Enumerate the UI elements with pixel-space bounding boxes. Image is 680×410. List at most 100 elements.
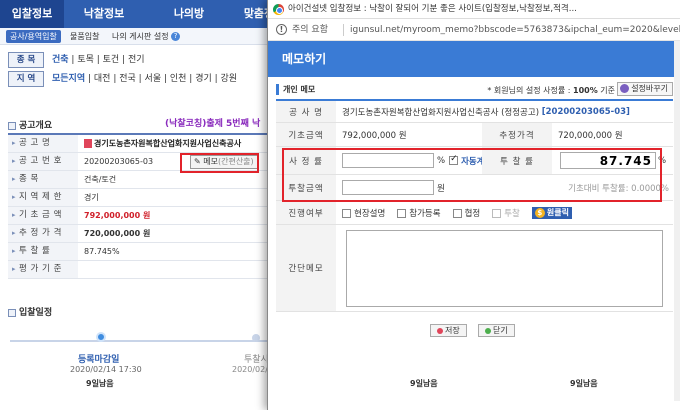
category-option[interactable]: 토목 bbox=[77, 55, 94, 65]
security-warning-text[interactable]: 주의 요함 bbox=[292, 19, 328, 41]
nav-tab-award-info[interactable]: 낙찰정보 bbox=[64, 0, 144, 28]
timeline-dot bbox=[252, 334, 260, 342]
row-value: 경기 bbox=[84, 193, 99, 202]
checkbox bbox=[492, 208, 502, 218]
help-icon[interactable]: ? bbox=[171, 32, 181, 41]
checkbox[interactable] bbox=[452, 208, 462, 218]
url-text[interactable]: igunsul.net/myroom_memo?bbscode=5763873&… bbox=[350, 19, 680, 41]
row-key: 평 가 기 준 bbox=[8, 261, 78, 278]
field-label: 진행여부 bbox=[276, 201, 336, 224]
form-row-memo: 간단메모 bbox=[276, 225, 673, 312]
save-button[interactable]: 저장 bbox=[430, 324, 467, 337]
row-key: 공 고 명 bbox=[8, 135, 78, 152]
region-option[interactable]: 인천 bbox=[170, 74, 187, 84]
row-value: 720,000,000 원 bbox=[84, 229, 151, 238]
category-option[interactable]: 건축 bbox=[52, 55, 69, 65]
one-click-button[interactable]: $ 원클릭 bbox=[531, 206, 572, 219]
timeline-current-dot bbox=[96, 332, 106, 342]
highlight-box-rates bbox=[282, 148, 662, 202]
row-value: 건축/토건 bbox=[84, 175, 117, 184]
region-option[interactable]: 전국 bbox=[119, 74, 136, 84]
form-row-project: 공 사 명 경기도농촌자원복합산업화지원사업신축공사 (정정공고) [20200… bbox=[276, 101, 673, 123]
field-label: 기초금액 bbox=[276, 123, 336, 146]
timeline-date: 2020/02/14 17:30 bbox=[70, 365, 142, 374]
scrollbar[interactable] bbox=[674, 41, 680, 401]
row-key: 종 목 bbox=[8, 171, 78, 188]
table-row: 지 역 제 한 경기 bbox=[8, 189, 274, 207]
close-icon bbox=[485, 327, 491, 334]
region-option[interactable]: 강원 bbox=[221, 74, 238, 84]
timeline-label: 등록마감일 bbox=[78, 355, 120, 365]
table-row: 기 초 금 액 792,000,000 원 bbox=[8, 207, 274, 225]
table-row: 평 가 기 준 bbox=[8, 261, 274, 279]
row-key: 기 초 금 액 bbox=[8, 207, 78, 224]
subnav-construction-bid[interactable]: 공사/용역입찰 bbox=[6, 30, 61, 43]
table-row: 공 고 명 경기도농촌자원복합산업화지원사업신축공사 bbox=[8, 135, 274, 153]
category-option[interactable]: 토건 bbox=[103, 55, 120, 65]
region-option[interactable]: 모든지역 bbox=[52, 74, 85, 84]
field-label: 공 사 명 bbox=[276, 101, 336, 122]
section-title-overview: 공고개요 bbox=[8, 118, 52, 131]
row-value: 87.745% bbox=[84, 247, 120, 256]
save-icon bbox=[437, 327, 443, 334]
address-bar[interactable]: ! 주의 요함 igunsul.net/myroom_memo?bbscode=… bbox=[268, 19, 680, 41]
popup-title: 메모하기 bbox=[282, 52, 327, 66]
rate-setting-text: * 회원님의 설정 사정률 : 100% 기준 bbox=[487, 86, 615, 95]
checkbox[interactable] bbox=[342, 208, 351, 218]
table-row: 종 목 건축/토건 bbox=[8, 171, 274, 189]
row-value[interactable]: 경기도농촌자원복합산업화지원사업신축공사 bbox=[84, 135, 241, 152]
option-agreement[interactable]: 협정 bbox=[452, 207, 480, 219]
chrome-icon bbox=[273, 4, 284, 15]
nav-tab-my-room[interactable]: 나의방 bbox=[144, 0, 234, 28]
window-title: 아이건설넷 입찰정보 : 낙찰이 잘되어 기분 좋은 사이트(입찰정보,낙찰정보… bbox=[288, 4, 577, 14]
region-label: 지 역 bbox=[8, 71, 44, 87]
highlight-box-memo bbox=[180, 153, 259, 173]
memo-subheader: 개인 메모 * 회원님의 설정 사정률 : 100% 기준 설정바꾸기 bbox=[276, 82, 673, 98]
form-row-amounts: 기초금액 792,000,000 원 추정가격 720,000,000 원 bbox=[276, 123, 673, 147]
row-key: 지 역 제 한 bbox=[8, 189, 78, 206]
coaching-note[interactable]: (낙찰코칭)출제 5번째 낙 bbox=[165, 116, 260, 129]
change-setting-button[interactable]: 설정바꾸기 bbox=[617, 82, 673, 96]
table-row: 추 정 가 격 720,000,000 원 bbox=[8, 225, 274, 243]
divider bbox=[343, 24, 344, 36]
table-row: 투 찰 률 87.745% bbox=[8, 243, 274, 261]
project-name-value: 경기도농촌자원복합산업화지원사업신축공사 (정정공고) [20200203065… bbox=[342, 106, 630, 118]
timeline-date: 2020/02/ bbox=[232, 365, 268, 374]
section-icon bbox=[8, 308, 16, 317]
category-option[interactable]: 전기 bbox=[128, 55, 145, 65]
personal-memo-title: 개인 메모 bbox=[276, 84, 315, 95]
row-value: 792,000,000 원 bbox=[84, 211, 151, 220]
timeline-dday: 9일남음 bbox=[86, 379, 114, 388]
timeline-label: 투찰시 bbox=[244, 355, 269, 365]
field-label: 추정가격 bbox=[482, 123, 552, 146]
subnav-goods-bid[interactable]: 물품입찰 bbox=[70, 30, 99, 43]
section-title-schedule: 입찰일정 bbox=[8, 305, 52, 318]
memo-area-wrap bbox=[346, 225, 663, 311]
gear-icon bbox=[620, 84, 630, 93]
region-option[interactable]: 서울 bbox=[145, 74, 162, 84]
option-bidding: 투찰 bbox=[492, 207, 520, 219]
option-registration[interactable]: 참가등록 bbox=[397, 207, 441, 219]
option-site-briefing[interactable]: 현장설명 bbox=[342, 207, 385, 219]
window-title-bar[interactable]: 아이건설넷 입찰정보 : 낙찰이 잘되어 기분 좋은 사이트(입찰정보,낙찰정보… bbox=[268, 0, 680, 19]
row-key: 추 정 가 격 bbox=[8, 225, 78, 242]
field-label: 간단메모 bbox=[276, 225, 336, 311]
base-amount-value: 792,000,000 원 bbox=[342, 130, 407, 141]
subnav-board-settings[interactable]: 나의 게시판 설정 ? bbox=[112, 30, 181, 43]
checkbox[interactable] bbox=[397, 208, 407, 218]
progress-options: 현장설명 참가등록 협정 투찰 $ 원클릭 bbox=[342, 201, 572, 224]
document-icon bbox=[84, 139, 92, 148]
close-button[interactable]: 닫기 bbox=[478, 324, 515, 337]
row-key: 투 찰 률 bbox=[8, 243, 78, 260]
row-value: 20200203065-03 bbox=[84, 157, 154, 166]
warning-icon[interactable]: ! bbox=[276, 24, 287, 35]
region-option[interactable]: 대전 bbox=[94, 74, 111, 84]
timeline-dday: 9일남음 bbox=[410, 379, 438, 388]
region-option[interactable]: 경기 bbox=[195, 74, 212, 84]
section-icon bbox=[8, 121, 16, 130]
memo-textarea[interactable] bbox=[346, 229, 663, 307]
project-number: [20200203065-03] bbox=[541, 106, 630, 117]
memo-popup-window: 아이건설넷 입찰정보 : 낙찰이 잘되어 기분 좋은 사이트(입찰정보,낙찰정보… bbox=[267, 0, 680, 410]
nav-tab-bid-info[interactable]: 입찰정보 bbox=[0, 0, 64, 28]
timeline-line bbox=[10, 340, 272, 342]
